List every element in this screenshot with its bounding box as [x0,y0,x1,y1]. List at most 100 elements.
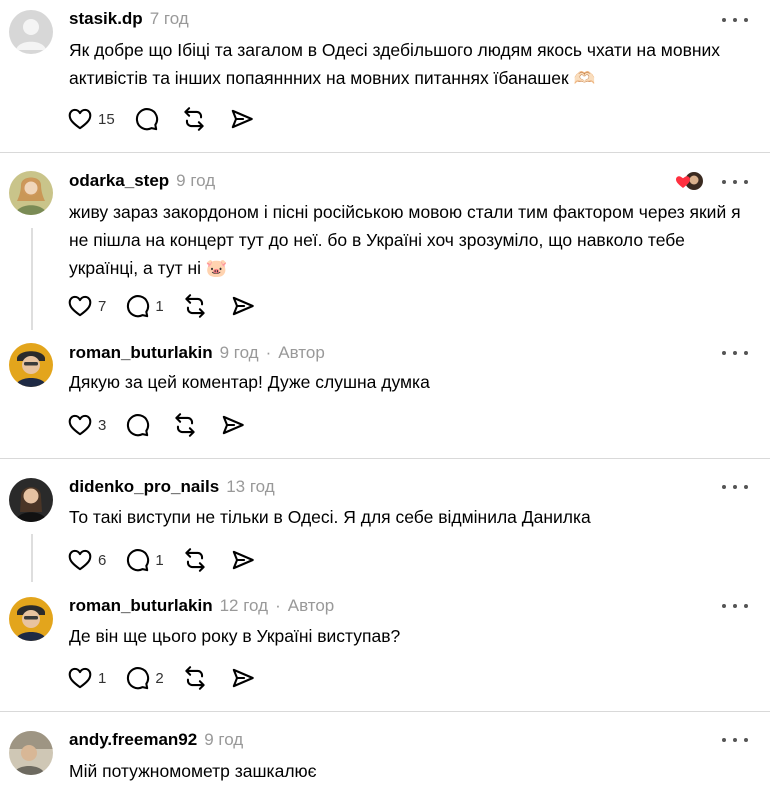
repost-icon [172,412,198,438]
share-button[interactable] [230,547,256,573]
separator-dot: · [275,596,281,615]
action-bar: 15 [67,106,255,132]
heart-icon [67,665,93,691]
more-dots-icon[interactable] [722,596,748,616]
like-button[interactable]: 3 [67,412,124,438]
heart-icon [67,547,93,573]
comment: didenko_pro_nails 13 год То такі виступи … [0,459,770,587]
username[interactable]: andy.freeman92 [69,730,197,749]
reply-button[interactable] [124,412,150,438]
like-count: 1 [98,669,107,687]
avatar[interactable] [9,478,53,522]
reply-button[interactable]: 1 [124,293,181,319]
comment-text: Мій потужномометр зашкалює [69,761,317,781]
avatar[interactable] [9,731,53,775]
avatar[interactable] [9,10,53,54]
username[interactable]: roman_buturlakin [69,596,213,615]
like-count: 15 [98,110,115,128]
comment-text: Де він ще цього року в Україні виступав? [69,626,401,646]
repost-icon [182,665,208,691]
like-count: 3 [98,416,107,434]
repost-button[interactable] [181,106,207,132]
reply-count: 2 [155,669,164,687]
repost-button[interactable] [182,293,208,319]
avatar[interactable] [9,171,53,215]
reply-button[interactable]: 1 [124,547,181,573]
reply-button[interactable]: 2 [124,665,181,691]
like-count: 6 [98,551,107,569]
author-liked-indicator [676,171,704,191]
profile-photo [9,731,53,775]
timestamp: 12 год [219,596,269,615]
repost-button[interactable] [182,547,208,573]
heart-icon [67,412,93,438]
comment-header: roman_buturlakin 12 год · Автор [69,596,334,616]
comment-bubble-icon [124,412,150,438]
timestamp: 9 год [204,730,244,749]
heart-icon [67,106,93,132]
timestamp: 9 год [219,343,259,362]
action-bar: 1 2 [67,665,256,691]
liked-by-author-heart-icon [676,172,703,190]
comment: stasik.dp 7 год Як добре що Ібіці та зага… [0,0,770,152]
send-icon [230,293,256,319]
more-dots-icon[interactable] [722,172,748,192]
timestamp: 9 год [176,171,216,190]
repost-button[interactable] [182,665,208,691]
comment-header: odarka_step 9 год [69,171,215,191]
default-avatar-icon [9,10,53,54]
more-dots-icon[interactable] [722,10,748,30]
comment-bubble-icon [124,547,150,573]
more-dots-icon[interactable] [722,477,748,497]
comment-header: didenko_pro_nails 13 год [69,477,275,497]
separator-dot: · [265,343,272,362]
username[interactable]: stasik.dp [69,9,143,28]
more-dots-icon[interactable] [722,730,748,750]
action-bar: 6 1 [67,547,256,573]
comment-text: живу зараз закордоном і пісні російською… [69,202,741,278]
thread-line [31,534,33,582]
profile-photo [9,343,53,387]
comment: andy.freeman92 9 год Мій потужномометр за… [0,712,770,785]
share-button[interactable] [220,412,246,438]
like-button[interactable]: 6 [67,547,124,573]
share-button[interactable] [230,293,256,319]
comment-bubble-icon [133,106,159,132]
repost-icon [182,293,208,319]
comment-header: stasik.dp 7 год [69,9,189,29]
action-bar: 3 [67,412,246,438]
share-button[interactable] [230,665,256,691]
reply-count: 1 [155,551,164,569]
like-button[interactable]: 15 [67,106,133,132]
comment: roman_buturlakin 12 год · Автор Де він ще ц… [0,588,770,711]
avatar[interactable] [9,597,53,641]
username[interactable]: odarka_step [69,171,169,190]
action-bar: 7 1 [67,293,256,319]
username[interactable]: didenko_pro_nails [69,477,219,496]
profile-photo [9,597,53,641]
reply-button[interactable] [133,106,159,132]
comment: odarka_step 9 год живу зараз закордоном і… [0,153,770,335]
profile-photo [9,171,53,215]
repost-button[interactable] [172,412,198,438]
avatar[interactable] [9,343,53,387]
repost-icon [181,106,207,132]
send-icon [220,412,246,438]
share-button[interactable] [229,106,255,132]
like-button[interactable]: 7 [67,293,124,319]
comment-text: Дякую за цей коментар! Дуже слушна думка [69,372,430,392]
like-button[interactable]: 1 [67,665,124,691]
comment-bubble-icon [124,665,150,691]
comment: roman_buturlakin 9 год · Автор Дякую за цей… [0,335,770,458]
thread-line [31,228,33,330]
author-badge: Автор [287,596,335,615]
heart-icon [67,293,93,319]
timestamp: 7 год [149,9,189,28]
like-count: 7 [98,297,107,315]
send-icon [230,547,256,573]
comment-text: Як добре що Ібіці та загалом в Одесі зде… [69,40,721,88]
username[interactable]: roman_buturlakin [69,343,213,362]
timestamp: 13 год [226,477,275,496]
comment-text: То такі виступи не тільки в Одесі. Я для… [69,507,591,527]
more-dots-icon[interactable] [722,343,748,363]
